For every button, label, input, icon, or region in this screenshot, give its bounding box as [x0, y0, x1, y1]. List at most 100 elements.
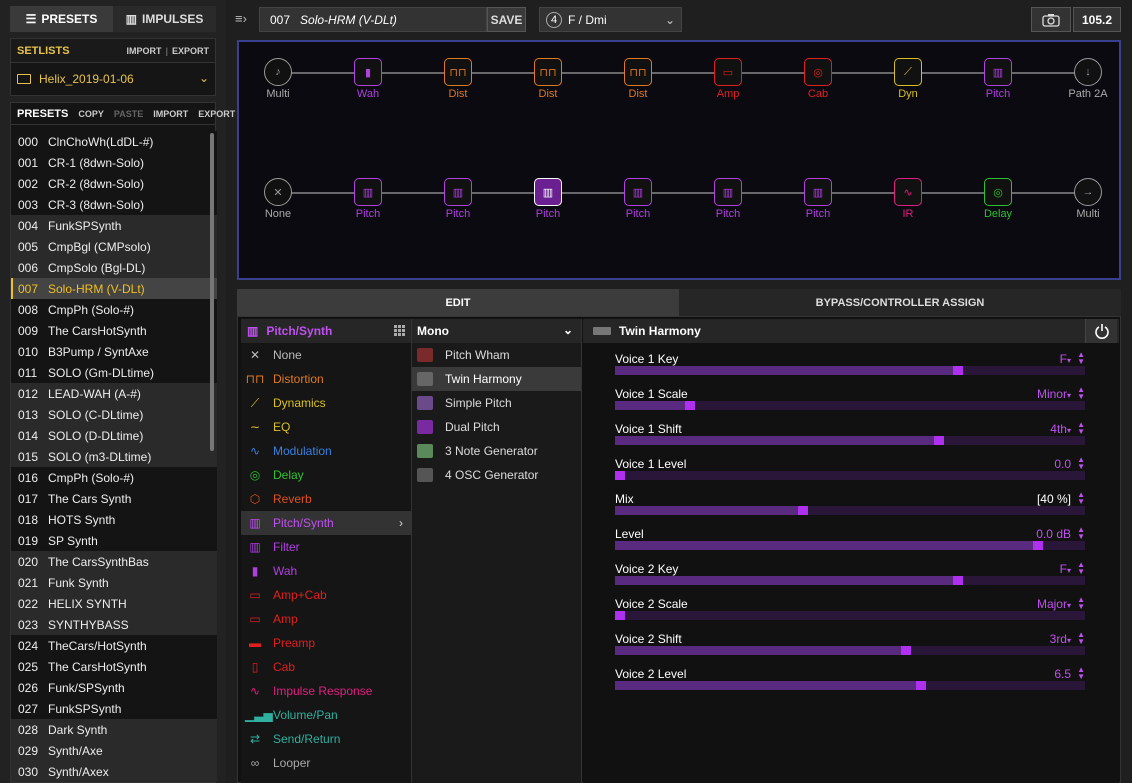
- category-item[interactable]: ▮ Wah: [241, 559, 411, 583]
- slider-track[interactable]: [615, 681, 1085, 690]
- slider-track[interactable]: [615, 506, 1085, 515]
- preset-row[interactable]: 020 The CarsSynthBas: [11, 551, 217, 572]
- snapshot-button[interactable]: [1031, 7, 1071, 32]
- slider-thumb[interactable]: [934, 436, 945, 445]
- parameter-value[interactable]: 0.0 dB: [1036, 527, 1071, 541]
- slider-track[interactable]: [615, 541, 1085, 550]
- grid-icon[interactable]: [394, 325, 405, 336]
- chain-block[interactable]: ↓ Path 2A: [1058, 58, 1118, 100]
- parameter-slider[interactable]: Voice 1 Level 0.0 ▲ ▼: [614, 456, 1085, 492]
- up-down-icon[interactable]: ▲ ▼: [1077, 596, 1085, 611]
- chain-block[interactable]: ⟋ Dyn: [878, 58, 938, 100]
- preset-row[interactable]: 001 CR-1 (8dwn-Solo): [11, 152, 217, 173]
- preset-row[interactable]: 002 CR-2 (8dwn-Solo): [11, 173, 217, 194]
- up-down-icon[interactable]: ▲ ▼: [1077, 351, 1085, 366]
- category-item[interactable]: ▯ Cab: [241, 655, 411, 679]
- preset-row[interactable]: 026 Funk/SPSynth: [11, 677, 217, 698]
- parameter-slider[interactable]: Voice 1 Shift 4th▾ ▲ ▼: [615, 421, 1085, 457]
- chain-block[interactable]: ◎ Delay: [968, 178, 1028, 220]
- category-item[interactable]: ⬡ Reverb: [241, 487, 411, 511]
- chain-block[interactable]: ∿ IR: [878, 178, 938, 220]
- preset-row[interactable]: 019 SP Synth: [11, 530, 217, 551]
- up-down-icon[interactable]: ▲ ▼: [1077, 456, 1085, 471]
- category-item[interactable]: ▥ Pitch/Synth ›: [241, 511, 411, 535]
- chain-block[interactable]: ◎ Cab: [788, 58, 848, 100]
- model-item[interactable]: 3 Note Generator: [412, 439, 581, 463]
- category-item[interactable]: ∞ Looper: [241, 751, 411, 775]
- preset-name-field[interactable]: 007 Solo-HRM (V-DLt): [259, 7, 487, 32]
- setlists-export-button[interactable]: EXPORT: [172, 46, 209, 56]
- category-item[interactable]: ◎ Delay: [241, 463, 411, 487]
- parameter-value[interactable]: 6.5: [1054, 667, 1071, 681]
- parameter-slider[interactable]: Voice 1 Scale Minor▾ ▲ ▼: [615, 386, 1085, 422]
- tempo-display[interactable]: 105.2: [1073, 7, 1121, 32]
- slider-track[interactable]: [615, 436, 1085, 445]
- setlists-import-button[interactable]: IMPORT: [126, 46, 161, 56]
- parameter-slider[interactable]: Mix [40 %] ▲ ▼: [615, 491, 1085, 527]
- power-button[interactable]: [1085, 319, 1117, 343]
- slider-thumb[interactable]: [915, 681, 926, 690]
- chain-block[interactable]: ▭ Amp: [698, 58, 758, 100]
- slider-track[interactable]: [615, 401, 1085, 410]
- category-item[interactable]: ▥ Filter: [241, 535, 411, 559]
- preset-row[interactable]: 008 CmpPh (Solo-#): [11, 299, 217, 320]
- preset-row[interactable]: 013 SOLO (C-DLtime): [11, 404, 217, 425]
- preset-row[interactable]: 007 Solo-HRM (V-DLt): [11, 278, 217, 299]
- preset-row[interactable]: 000 ClnChoWh(LdDL-#): [11, 131, 217, 152]
- tab-bypass-controller[interactable]: BYPASS/CONTROLLER ASSIGN: [679, 289, 1121, 316]
- preset-row[interactable]: 015 SOLO (m3-DLtime): [11, 446, 217, 467]
- preset-row[interactable]: 029 Synth/Axe: [11, 740, 217, 761]
- preset-row[interactable]: 009 The CarsHotSynth: [11, 320, 217, 341]
- preset-row[interactable]: 028 Dark Synth: [11, 719, 217, 740]
- slider-thumb[interactable]: [953, 366, 964, 375]
- preset-scrollbar[interactable]: [210, 133, 214, 451]
- preset-row[interactable]: 006 CmpSolo (Bgl-DL): [11, 257, 217, 278]
- preset-row[interactable]: 018 HOTS Synth: [11, 509, 217, 530]
- parameter-value[interactable]: 3rd▾: [1050, 632, 1071, 646]
- preset-row[interactable]: 024 TheCars/HotSynth: [11, 635, 217, 656]
- preset-row[interactable]: 025 The CarsHotSynth: [11, 656, 217, 677]
- preset-row[interactable]: 021 Funk Synth: [11, 572, 217, 593]
- category-item[interactable]: ⊓⊓ Distortion: [241, 367, 411, 391]
- presets-import-button[interactable]: IMPORT: [153, 109, 188, 119]
- chain-block[interactable]: ✕ None: [248, 178, 308, 220]
- setlist-select[interactable]: Helix_2019-01-06 ⌄: [11, 63, 215, 95]
- category-item[interactable]: ▭ Amp+Cab: [241, 583, 411, 607]
- up-down-icon[interactable]: ▲ ▼: [1077, 666, 1085, 681]
- preset-row[interactable]: 011 SOLO (Gm-DLtime): [11, 362, 217, 383]
- parameter-value[interactable]: 0.0: [1054, 457, 1071, 471]
- preset-row[interactable]: 012 LEAD-WAH (A-#): [11, 383, 217, 404]
- tab-presets[interactable]: ☰ PRESETS: [10, 6, 113, 32]
- category-item[interactable]: ▭ Amp: [241, 607, 411, 631]
- preset-row[interactable]: 027 FunkSPSynth: [11, 698, 217, 719]
- parameter-value[interactable]: Major▾: [1037, 597, 1071, 611]
- model-item[interactable]: Dual Pitch: [412, 415, 581, 439]
- parameter-slider[interactable]: Voice 2 Shift 3rd▾ ▲ ▼: [615, 631, 1085, 667]
- chain-block[interactable]: ▥ Pitch: [788, 178, 848, 220]
- save-button[interactable]: SAVE: [487, 7, 526, 32]
- preset-row[interactable]: 014 SOLO (D-DLtime): [11, 425, 217, 446]
- slider-track[interactable]: [615, 576, 1085, 585]
- paste-button[interactable]: PASTE: [114, 109, 143, 119]
- parameter-value[interactable]: 4th▾: [1050, 422, 1071, 436]
- slider-thumb[interactable]: [614, 471, 625, 480]
- up-down-icon[interactable]: ▲ ▼: [1077, 386, 1085, 401]
- navigate-icon[interactable]: ≡›: [235, 11, 247, 26]
- chain-block[interactable]: ♪ Multi: [248, 58, 308, 100]
- preset-row[interactable]: 030 Synth/Axex: [11, 761, 217, 782]
- preset-row[interactable]: 010 B3Pump / SyntAxe: [11, 341, 217, 362]
- parameter-slider[interactable]: Level 0.0 dB ▲ ▼: [615, 526, 1085, 562]
- up-down-icon[interactable]: ▲ ▼: [1077, 561, 1085, 576]
- parameter-value[interactable]: F▾: [1060, 562, 1071, 576]
- tab-impulses[interactable]: ▥ IMPULSES: [113, 6, 216, 32]
- chain-block[interactable]: ▥ Pitch: [698, 178, 758, 220]
- slider-thumb[interactable]: [901, 646, 912, 655]
- preset-row[interactable]: 004 FunkSPSynth: [11, 215, 217, 236]
- chain-block[interactable]: ⊓⊓ Dist: [428, 58, 488, 100]
- chain-block[interactable]: ▥ Pitch: [518, 178, 578, 220]
- slider-track[interactable]: [614, 611, 1085, 620]
- category-item[interactable]: ∼ EQ: [241, 415, 411, 439]
- slider-thumb[interactable]: [1033, 541, 1043, 550]
- preset-row[interactable]: 023 SYNTHYBASS: [11, 614, 217, 635]
- preset-row[interactable]: 016 CmpPh (Solo-#): [11, 467, 217, 488]
